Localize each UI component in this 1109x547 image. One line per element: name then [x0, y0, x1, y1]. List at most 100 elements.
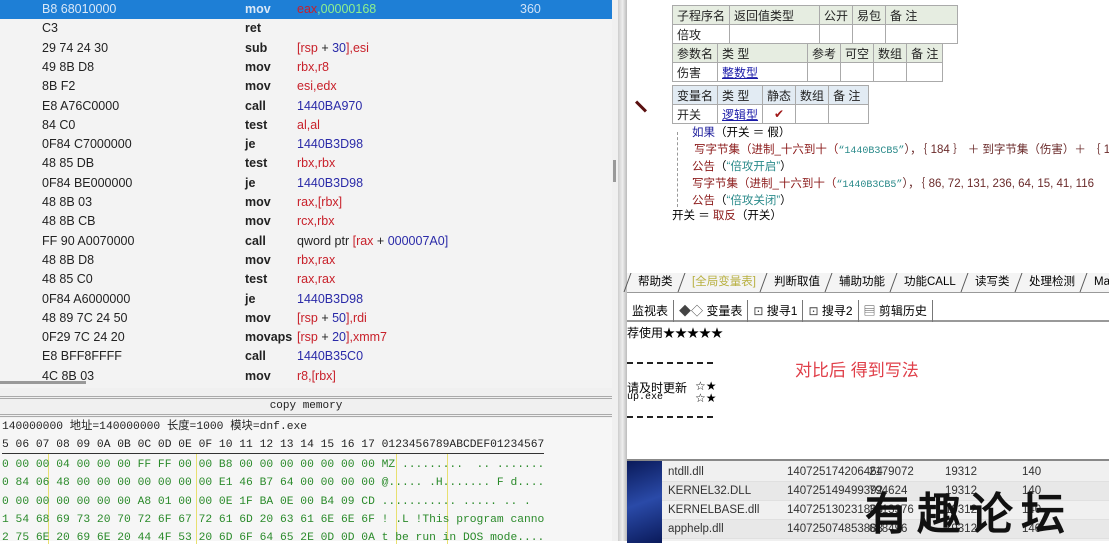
code-line[interactable]: 如果（开关 ＝ 假）: [692, 125, 790, 142]
disasm-row[interactable]: 48 8B D8 mov rbx,rax: [0, 251, 612, 270]
subtab-2[interactable]: ⊡ 搜寻1: [748, 300, 804, 322]
code-line[interactable]: 写字节集（进制_十六到十（“1440B3CB5”），｛ 184 ｝ ＋ 到字节集…: [694, 142, 1109, 160]
col-header: 子程序名: [671, 5, 731, 25]
disasm-row[interactable]: 0F84 C7000000 je 1440B3D98: [0, 135, 612, 154]
subtab-label: 搜寻1: [766, 304, 798, 318]
operands: rax,rax: [297, 270, 335, 289]
operands: 1440B35C0: [297, 347, 363, 366]
operand-part: rcx,rbx: [297, 214, 335, 229]
disasm-row[interactable]: 0F84 BE000000 je 1440B3D98: [0, 174, 612, 193]
disasm-row[interactable]: 84 C0 test al,al: [0, 116, 612, 135]
disasm-row[interactable]: 4C 8B 03 mov r8,[rbx]: [0, 367, 612, 386]
disasm-row[interactable]: 48 85 C0 test rax,rax: [0, 270, 612, 289]
operands: rax,[rbx]: [297, 193, 342, 212]
pane-splitter[interactable]: [618, 0, 627, 541]
operands: [rsp + 50],rdi: [297, 309, 367, 328]
tab-2[interactable]: 判断取值: [759, 273, 832, 292]
instruction-bytes: 48 85 C0: [42, 272, 93, 287]
tab-label: 读写类: [975, 276, 1010, 288]
instruction-bytes: 84 C0: [42, 117, 76, 132]
disasm-row[interactable]: 8B F2 mov esi,edx: [0, 77, 612, 96]
disasm-row[interactable]: B8 68010000 mov eax,00000168 360: [0, 0, 612, 19]
divider: [0, 414, 612, 417]
operands: 1440B3D98: [297, 290, 363, 309]
disasm-scrollbar[interactable]: [613, 160, 616, 182]
var-name[interactable]: 开关: [671, 104, 719, 124]
instruction-bytes: 8B F2: [42, 79, 76, 94]
operands: qword ptr [rax + 000007A0]: [297, 232, 448, 251]
flow-line: [677, 132, 678, 207]
search-icon: ⊡: [753, 304, 767, 318]
disasm-row[interactable]: 48 85 DB test rbx,rbx: [0, 154, 612, 173]
mnemonic: call: [245, 233, 266, 248]
tab-5[interactable]: 读写类: [960, 273, 1022, 292]
subtab-4[interactable]: ▤ 剪辑历史: [859, 300, 933, 322]
mnemonic: call: [245, 98, 266, 113]
memory-dump[interactable]: 140000000 地址=140000000 长度=1000 模块=dnf.ex…: [0, 418, 612, 544]
disasm-row[interactable]: E8 BFF8FFFF call 1440B35C0: [0, 347, 612, 366]
subtab-0[interactable]: 监视表: [627, 300, 675, 322]
subtab-1[interactable]: ◆◇ 变量表: [674, 300, 749, 322]
code-line[interactable]: 写字节集（进制_十六到十（“1440B3CB5”），｛ 86, 72, 131,…: [692, 176, 1094, 194]
disasm-row[interactable]: 48 8B CB mov rcx,rbx: [0, 212, 612, 231]
tab-1[interactable]: [全局变量表]: [677, 273, 767, 292]
tab-label: [全局变量表]: [691, 276, 756, 288]
mnemonic: mov: [245, 214, 271, 229]
col-header: 备 注: [828, 85, 870, 105]
subtab-label: 变量表: [706, 304, 743, 318]
search-icon: ⊡: [808, 304, 822, 318]
memory-row[interactable]: 2 75 6E 20 69 6E 20 44 4F 53 20 6D 6F 64…: [2, 529, 544, 547]
tab-4[interactable]: 功能CALL: [889, 273, 968, 292]
mnemonic: mov: [245, 368, 271, 383]
tab-6[interactable]: 处理检测: [1014, 273, 1087, 292]
instruction-bytes: 0F29 7C 24 20: [42, 330, 125, 345]
code-line[interactable]: 公告（“倍攻开启”）: [692, 159, 792, 176]
memory-row[interactable]: 0 00 00 00 00 00 00 A8 01 00 00 0E 1F BA…: [2, 493, 531, 511]
module-cell: ntdll.dll: [668, 466, 704, 478]
param-type[interactable]: 整数型: [717, 62, 809, 82]
code-line[interactable]: 开关 ＝ 取反（开关）: [672, 208, 782, 225]
disasm-row[interactable]: 29 74 24 30 sub [rsp + 30],esi: [0, 39, 612, 58]
static-check-icon[interactable]: ✔: [762, 104, 797, 124]
instruction-bytes: 48 8B D8: [42, 252, 95, 267]
operand-part: [rsp: [297, 330, 318, 345]
operand-part: 1440BA970: [297, 98, 363, 113]
disasm-row[interactable]: 0F29 7C 24 20 movaps [rsp + 20],xmm7: [0, 328, 612, 347]
operand-part: 20: [332, 330, 346, 345]
disasm-row[interactable]: FF 90 A0070000 call qword ptr [rax + 00000…: [0, 232, 612, 251]
mnemonic: mov: [245, 2, 271, 16]
tab-0[interactable]: 帮助类: [623, 273, 684, 292]
var-type[interactable]: 逻辑型: [717, 104, 764, 124]
operand-part: 30: [332, 40, 346, 55]
memory-row[interactable]: 0 00 00 04 00 00 00 FF FF 00 00 B8 00 00…: [2, 456, 544, 474]
mnemonic: test: [245, 272, 268, 287]
clipboard-icon: ▤: [863, 304, 879, 318]
disasm-row[interactable]: E8 A76C0000 call 1440BA970: [0, 97, 612, 116]
memory-row[interactable]: 0 84 06 48 00 00 00 00 00 00 00 E1 46 B7…: [2, 474, 544, 492]
disasm-row[interactable]: 48 8B 03 mov rax,[rbx]: [0, 193, 612, 212]
operand-part: +: [317, 330, 333, 345]
operand-part: 1440B3D98: [297, 291, 364, 306]
disasm-h-scrollbar[interactable]: [0, 381, 86, 384]
col-header: 静态: [762, 85, 797, 105]
disasm-row[interactable]: 0F84 A6000000 je 1440B3D98: [0, 290, 612, 309]
operand-part: eax: [297, 2, 318, 16]
instruction-bytes: 0F84 BE000000: [42, 175, 133, 190]
disasm-row[interactable]: 48 89 7C 24 50 mov [rsp + 50],rdi: [0, 309, 612, 328]
memory-info: 140000000 地址=140000000 长度=1000 模块=dnf.ex…: [2, 421, 308, 433]
sub-name[interactable]: 倍攻: [671, 24, 731, 44]
col-header: 数组: [873, 43, 908, 63]
tab-3[interactable]: 辅助功能: [824, 273, 897, 292]
disasm-row[interactable]: C3 ret: [0, 19, 612, 38]
subtab-3[interactable]: ⊡ 搜寻2: [803, 300, 859, 322]
operands: al,al: [297, 116, 320, 135]
col-header: 返回值类型: [729, 5, 821, 25]
col-header: 数组: [795, 85, 830, 105]
disasm-row[interactable]: 49 8B D8 mov rbx,r8: [0, 58, 612, 77]
param-name[interactable]: 伤害: [671, 62, 719, 82]
memory-header: 5 06 07 08 09 0A 0B 0C 0D 0E 0F 10 11 12…: [2, 436, 545, 454]
memory-row[interactable]: 1 54 68 69 73 20 70 72 6F 67 72 61 6D 20…: [2, 511, 544, 529]
copy-memory-title: copy memory: [269, 400, 343, 412]
disassembly-view[interactable]: B8 68010000 mov eax,00000168 360 C3 ret 29 74 …: [0, 0, 612, 388]
mnemonic: sub: [245, 40, 268, 55]
